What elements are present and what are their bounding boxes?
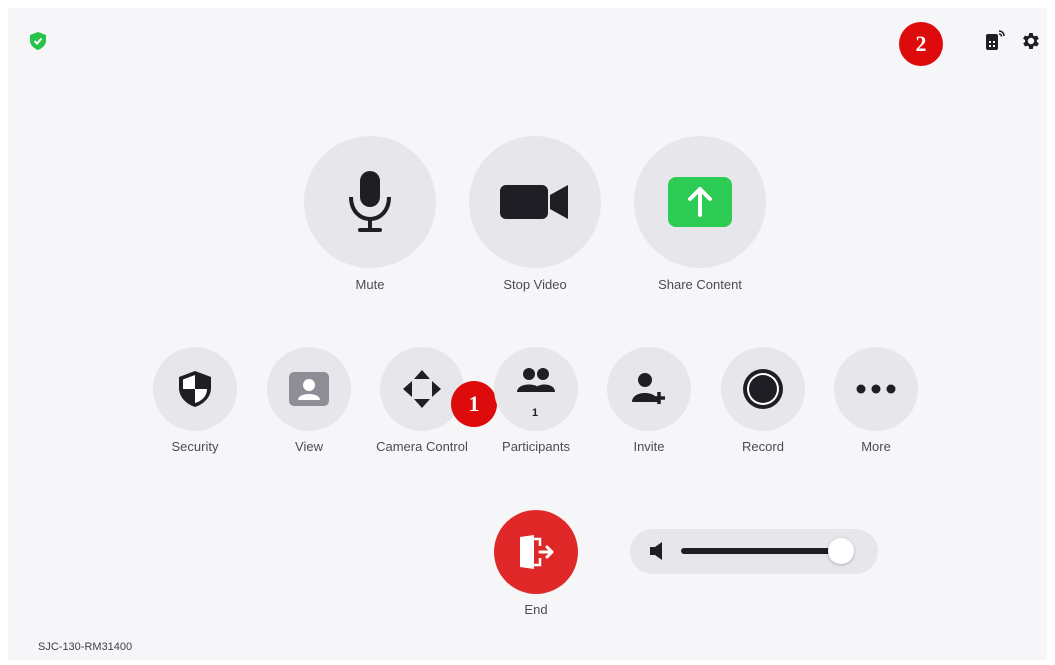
stop-video-button[interactable] [469,136,601,268]
security-shield-icon [179,371,211,407]
end-button[interactable] [494,510,578,594]
invite-person-icon [632,373,665,404]
security-button[interactable] [153,347,237,431]
view-button[interactable] [267,347,351,431]
speaker-icon [650,542,662,560]
view-person-icon [289,372,329,406]
share-content-label: Share Content [658,277,742,292]
video-camera-icon [500,185,568,219]
room-name: SJC-130-RM31400 [38,641,133,653]
mute-button[interactable] [304,136,436,268]
leave-door-icon [520,535,554,569]
stop-video-label: Stop Video [503,277,567,292]
camera-control-arrows-icon [403,370,441,408]
shield-check-icon [30,32,46,50]
record-button[interactable] [721,347,805,431]
invite-button[interactable] [607,347,691,431]
volume-slider-thumb[interactable] [827,538,854,564]
more-label: More [861,439,891,454]
volume-track[interactable] [681,548,849,554]
remote-control-icon[interactable] [984,29,1006,51]
participants-icon [517,368,555,392]
volume-fill [681,548,841,554]
camera-control-button[interactable] [380,347,464,431]
annotation-badge-1: 1 [451,381,497,427]
volume-control [630,529,878,574]
microphone-icon [349,171,391,232]
more-dots-icon [856,384,896,394]
share-content-button[interactable] [634,136,766,268]
gear-icon[interactable] [1020,30,1042,52]
annotation-badge-2: 2 [899,22,943,66]
participants-count: 1 [532,407,539,419]
record-icon [743,369,783,409]
share-arrow-icon [668,177,732,227]
mute-label: Mute [355,277,385,292]
end-label: End [524,602,548,617]
more-button[interactable] [834,347,918,431]
